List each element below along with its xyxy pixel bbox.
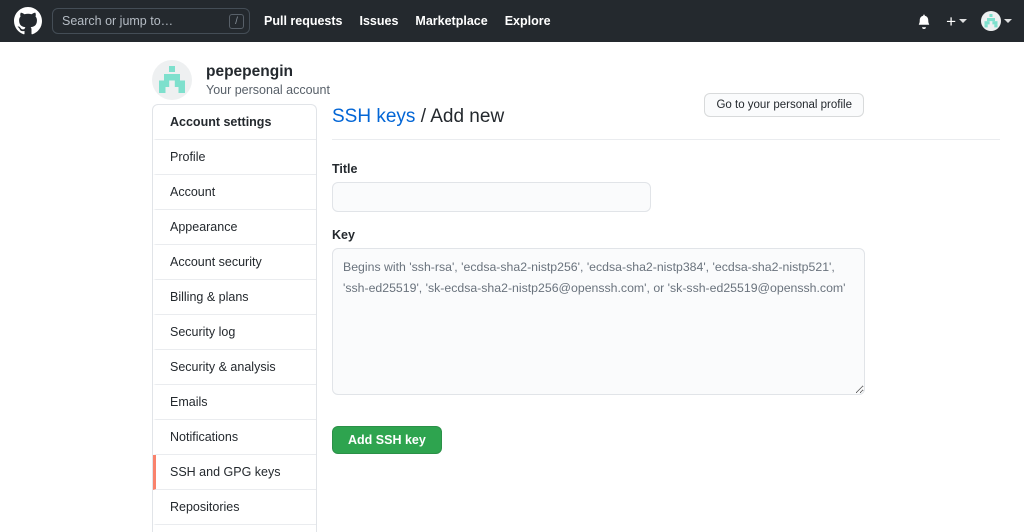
plus-icon: +	[946, 11, 956, 31]
sidebar-item-account-security[interactable]: Account security	[153, 245, 316, 280]
chevron-down-icon	[1004, 19, 1012, 23]
sidebar-item-appearance[interactable]: Appearance	[153, 210, 316, 245]
nav-marketplace[interactable]: Marketplace	[415, 14, 487, 28]
profile-bar: pepepengin Your personal account Go to y…	[0, 42, 1024, 117]
sidebar-item-notifications[interactable]: Notifications	[153, 420, 316, 455]
key-field-group: Key	[332, 228, 1000, 395]
chevron-down-icon	[959, 19, 967, 23]
settings-content: SSH keys / Add new Title Key Add SSH key	[332, 104, 1000, 532]
profile-identity: pepepengin Your personal account	[152, 60, 1024, 100]
bell-icon[interactable]	[916, 13, 932, 29]
nav-explore[interactable]: Explore	[505, 14, 551, 28]
ssh-key-title-input[interactable]	[332, 182, 651, 212]
page-title: SSH keys / Add new	[332, 104, 1000, 140]
breadcrumb-ssh-keys-link[interactable]: SSH keys	[332, 106, 415, 127]
key-field-label: Key	[332, 228, 355, 242]
search-shortcut-badge: /	[229, 13, 244, 29]
github-mark-icon[interactable]	[14, 7, 42, 35]
avatar	[981, 11, 1001, 31]
global-header: Search or jump to… / Pull requests Issue…	[0, 0, 1024, 42]
sidebar-item-security-log[interactable]: Security log	[153, 315, 316, 350]
ssh-key-textarea[interactable]	[332, 248, 865, 395]
search-placeholder: Search or jump to…	[62, 14, 174, 28]
sidebar-item-repositories[interactable]: Repositories	[153, 490, 316, 525]
profile-subtitle: Your personal account	[206, 82, 330, 97]
add-ssh-key-button[interactable]: Add SSH key	[332, 426, 442, 454]
breadcrumb-separator: /	[415, 106, 431, 127]
nav-issues[interactable]: Issues	[360, 14, 399, 28]
sidebar-item-security-analysis[interactable]: Security & analysis	[153, 350, 316, 385]
header-right-actions: +	[916, 0, 1012, 42]
sidebar-item-account-settings: Account settings	[153, 105, 316, 140]
sidebar-item-packages[interactable]: Packages	[153, 525, 316, 532]
profile-text-block: pepepengin Your personal account	[206, 62, 330, 99]
settings-sidebar: Account settings Profile Account Appearance…	[152, 104, 317, 532]
title-field-group: Title	[332, 162, 1000, 212]
sidebar-item-emails[interactable]: Emails	[153, 385, 316, 420]
sidebar-item-account[interactable]: Account	[153, 175, 316, 210]
search-input[interactable]: Search or jump to… /	[52, 8, 250, 34]
create-new-button[interactable]: +	[946, 13, 967, 30]
settings-page: Account settings Profile Account Appearance…	[0, 104, 1024, 532]
title-field-label: Title	[332, 162, 358, 176]
global-nav: Pull requests Issues Marketplace Explore	[264, 14, 551, 28]
profile-username: pepepengin	[206, 62, 293, 80]
go-to-personal-profile-button[interactable]: Go to your personal profile	[704, 93, 864, 117]
account-menu-button[interactable]	[981, 11, 1012, 31]
sidebar-item-ssh-and-gpg-keys[interactable]: SSH and GPG keys	[153, 455, 316, 490]
avatar[interactable]	[152, 60, 192, 100]
sidebar-item-profile[interactable]: Profile	[153, 140, 316, 175]
breadcrumb-current: Add new	[430, 106, 505, 127]
nav-pull-requests[interactable]: Pull requests	[264, 14, 343, 28]
sidebar-item-billing-plans[interactable]: Billing & plans	[153, 280, 316, 315]
